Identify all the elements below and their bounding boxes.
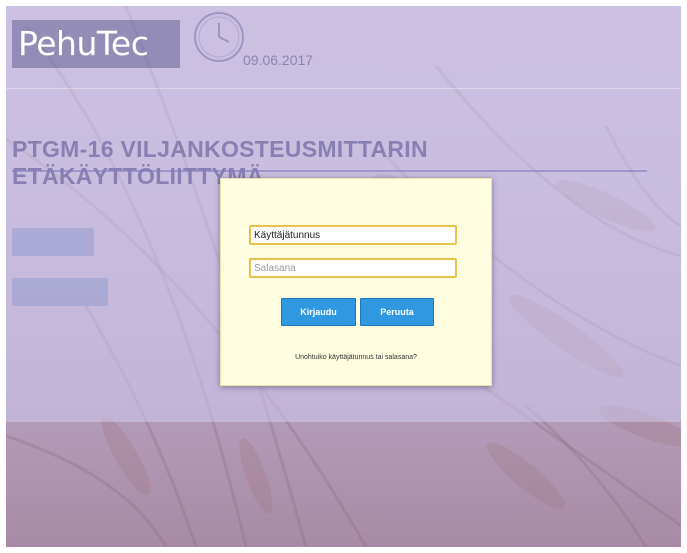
pehutec-logo: PehuTec	[12, 20, 180, 68]
title-underline	[12, 170, 647, 172]
login-dialog: Kirjaudu Peruuta Unohtuiko käyttäjätunnu…	[220, 178, 492, 386]
current-date: 09.06.2017	[243, 52, 314, 68]
content-divider	[6, 421, 681, 422]
login-button[interactable]: Kirjaudu	[281, 298, 356, 326]
background-button	[12, 228, 94, 256]
forgot-credentials-link[interactable]: Unohtuiko käyttäjätunnus tai salasana?	[221, 354, 491, 361]
wheat-background: PehuTec 09.06.2017 PTGM-16 VILJANKOSTEUS…	[6, 6, 681, 547]
header-divider	[6, 88, 681, 89]
background-button	[12, 278, 108, 306]
cancel-button[interactable]: Peruuta	[360, 298, 434, 326]
clock-icon	[194, 12, 244, 62]
password-field[interactable]	[249, 258, 457, 278]
username-field[interactable]	[249, 225, 457, 245]
